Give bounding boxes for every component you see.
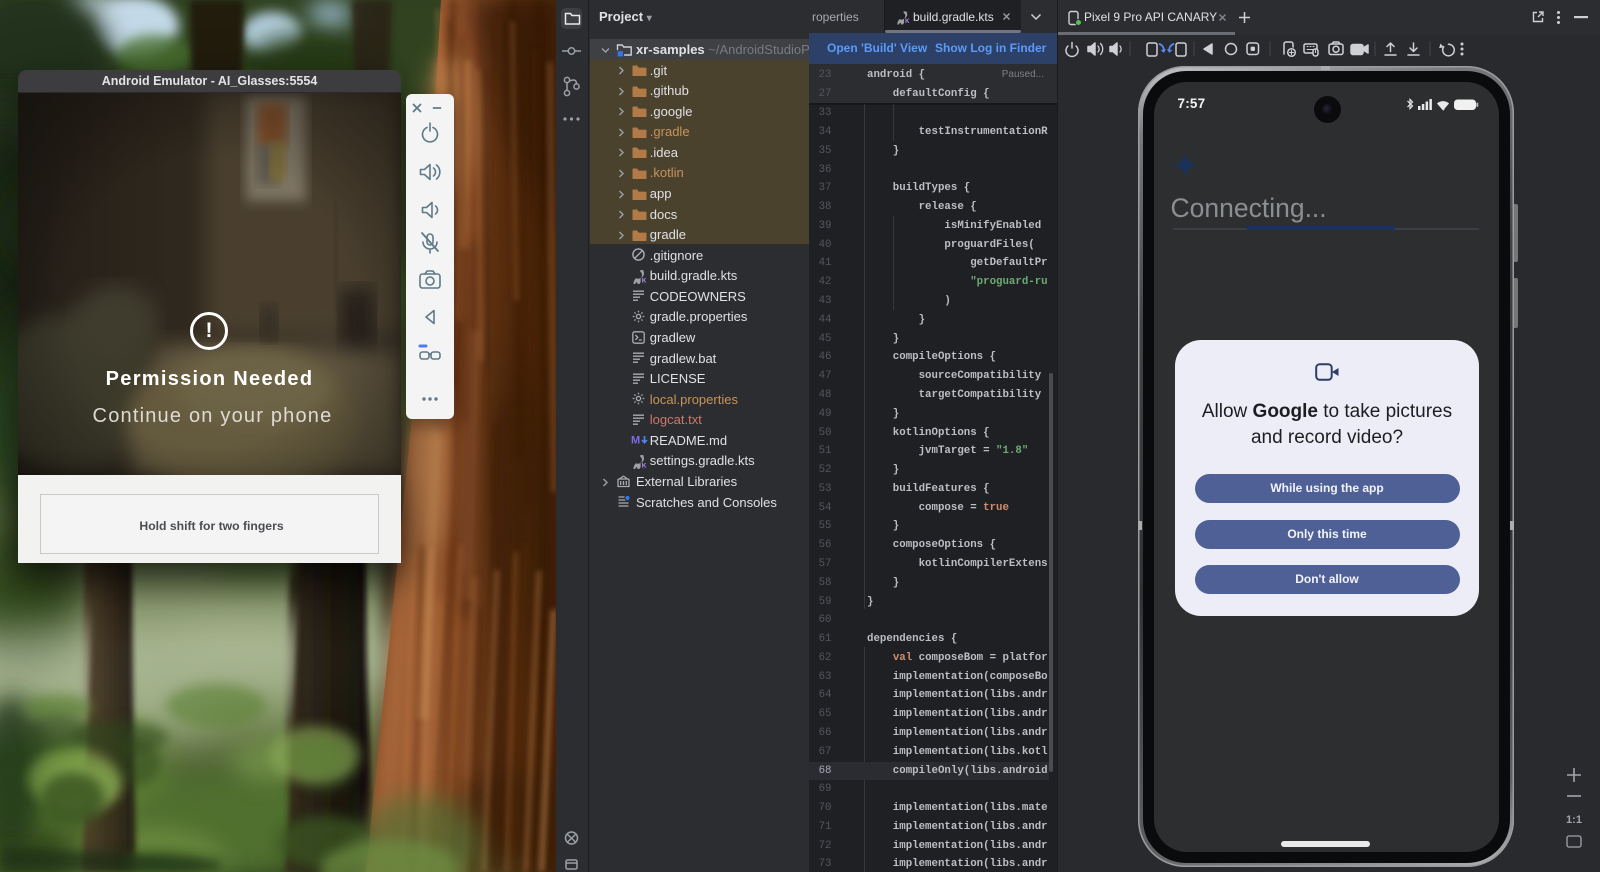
svg-text:1:1: 1:1 [1566,814,1582,826]
svg-text:K: K [905,18,910,25]
svg-text:K: K [642,462,647,468]
svg-text:M: M [631,435,640,447]
svg-text:K: K [642,277,647,283]
